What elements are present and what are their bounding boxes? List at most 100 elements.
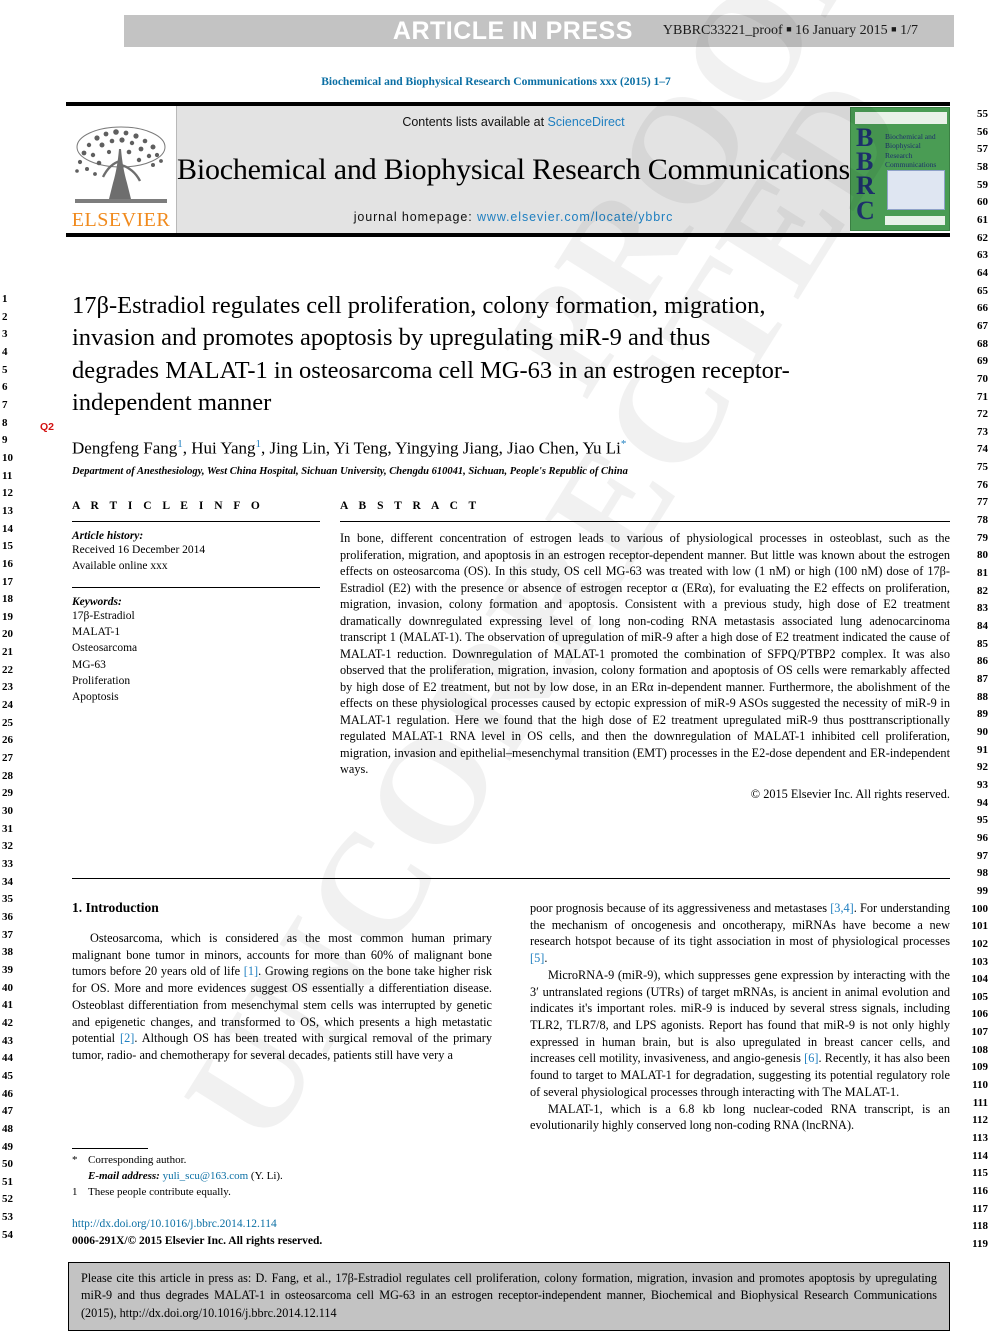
line-number: 48 [2,1122,13,1135]
author-corresponding-marker: * [620,438,627,451]
line-number: 40 [2,981,13,994]
abstract-bottom-rule [72,878,950,879]
line-number: 8 [2,416,8,429]
line-number: 33 [2,858,13,870]
footnote-equal-text: These people contribute equally. [88,1185,231,1198]
line-number: 16 [2,557,13,570]
line-number: 119 [972,1238,988,1250]
journal-title: Biochemical and Biophysical Research Com… [177,152,850,186]
line-number: 89 [977,708,988,721]
author-footnote-marker: 1 [255,438,262,451]
line-number: 118 [972,1220,988,1233]
line-number: 79 [977,531,988,544]
line-number: 100 [971,902,989,915]
email-label: E-mail address: [88,1169,160,1182]
line-number: 15 [2,540,13,553]
line-number: 1 [2,293,8,305]
citation-ref-3-4[interactable]: [3,4] [830,901,854,915]
introduction-heading: 1. Introduction [72,900,159,915]
article-history-online: Available online xxx [72,560,168,573]
footnote-marker-star: * [72,1154,78,1166]
line-number: 4 [2,345,8,358]
title-block: 17β-Estradiol regulates cell proliferati… [72,290,802,477]
line-number: 5 [2,363,8,376]
line-number: 29 [2,787,13,800]
line-number: 78 [977,514,988,527]
author-name: Jing Lin [269,438,326,458]
line-number: 96 [977,831,988,844]
line-number: 67 [977,319,988,332]
line-number: 98 [977,867,988,880]
line-number: 14 [2,522,13,535]
line-number: 34 [2,875,13,888]
line-number: 71 [977,390,988,403]
line-number: 37 [2,928,13,941]
line-number: 47 [2,1105,13,1118]
line-number: 111 [972,1096,988,1109]
doi-link[interactable]: http://dx.doi.org/10.1016/j.bbrc.2014.12… [72,1216,492,1233]
body-column-right: poor prognosis because of its aggressive… [530,900,950,1134]
square-separator-icon: ■ [786,24,792,34]
article-info-panel: A R T I C L E I N F O Article history: R… [72,500,340,802]
line-number: 38 [2,946,13,959]
footnote-equal-contribution: 1 These people contribute equally. [72,1185,492,1201]
line-number: 39 [2,963,13,976]
line-number: 68 [977,337,988,350]
doi-block: http://dx.doi.org/10.1016/j.bbrc.2014.12… [72,1216,492,1251]
line-number: 59 [977,178,988,191]
line-number: 66 [977,302,988,315]
line-number: 109 [971,1061,989,1074]
line-number: 43 [2,1034,13,1047]
keyword-item: 17β-Estradiol [72,609,135,622]
line-number: 82 [977,584,988,597]
cover-bbrc-letters: BBRC [856,123,875,225]
article-info-heading: A R T I C L E I N F O [72,500,264,512]
citation-ref-5[interactable]: [5] [530,951,544,965]
author-name: Jiao Chen [507,438,575,458]
line-number: 84 [977,620,988,633]
affiliation: Department of Anesthesiology, West China… [72,465,628,477]
footnote-corresponding-text: Corresponding author. [88,1154,187,1166]
author-footnote-marker: 1 [177,438,183,451]
line-number: 18 [2,593,13,606]
line-number: 50 [2,1158,13,1171]
line-number: 11 [2,469,13,482]
line-number: 115 [972,1167,988,1180]
query-flag-q2[interactable]: Q2 [40,421,54,433]
line-number: 99 [977,884,988,897]
line-numbers-left: 1 2 3 4 5 6 7 8 9 10 11 12 13 14 15 16 17 18 19 20 21 22 23 24 2… [2,291,28,1244]
line-number: 93 [977,778,988,791]
line-number: 73 [977,425,988,438]
abstract-text: In bone, different concentration of estr… [340,531,950,777]
author-name: Yi Teng [333,438,388,458]
line-number: 41 [2,999,13,1012]
proof-metadata: YBBRC33221_proof ■ 16 January 2015 ■ 1/7 [663,23,918,39]
line-number: 19 [2,610,13,623]
line-number: 12 [2,487,13,500]
line-number: 106 [971,1008,989,1021]
author-name: Yu Li [582,438,621,458]
author-name: Dengfeng Fang [72,438,178,458]
footnote-rule [72,1148,148,1149]
email-address-link[interactable]: yuli_scu@163.com [163,1170,249,1182]
body-columns: 1. Introduction Osteosarcoma, which is c… [72,900,950,1134]
line-number: 22 [2,663,13,676]
line-number: 61 [977,213,988,226]
line-number: 63 [977,249,988,262]
line-number: 24 [2,699,13,712]
sciencedirect-link[interactable]: ScienceDirect [548,115,625,129]
citation-ref-2[interactable]: [2] [120,1031,134,1045]
line-number: 53 [2,1211,13,1224]
line-number: 87 [977,673,988,685]
citation-ref-6[interactable]: [6] [804,1051,818,1065]
proof-id: YBBRC33221_proof [662,23,783,38]
citation-ref-1[interactable]: [1] [244,964,258,978]
keywords-label: Keywords: [72,595,122,608]
contents-lists-line: Contents lists available at ScienceDirec… [402,115,624,129]
line-number: 83 [977,602,988,615]
keyword-item: Proliferation [72,674,131,687]
intro-paragraph-right-2: MicroRNA-9 (miR-9), which suppresses gen… [530,967,950,1101]
journal-homepage-link[interactable]: www.elsevier.com/locate/ybbrc [477,210,673,224]
line-number: 57 [977,143,988,156]
intro-right-text-a: poor prognosis because of its aggressive… [530,901,831,915]
